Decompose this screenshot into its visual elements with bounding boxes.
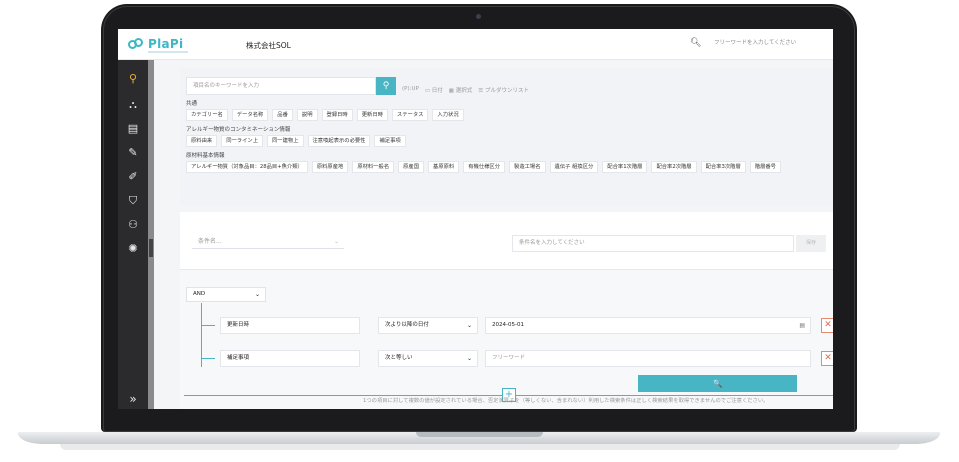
- logo[interactable]: PlaPi: [128, 37, 183, 51]
- top-bar: PlaPi 株式会社SOL 🔍︎ フリーワードを入力してください: [118, 29, 833, 60]
- field-chip[interactable]: 階層番号: [749, 161, 781, 173]
- keyword-search-button[interactable]: ⚲: [376, 77, 396, 95]
- scrollbar-thumb[interactable]: [149, 239, 153, 257]
- search-icon[interactable]: 🔍︎: [690, 38, 701, 48]
- field-chip[interactable]: 基原原料: [428, 161, 460, 173]
- field-chip[interactable]: 原料原産地: [311, 161, 349, 173]
- shield-icon[interactable]: ⛉: [126, 194, 140, 208]
- chips-allergen: 原料由来 同一ライン上 同一建物上 注意喚起表示の必要性 補足事項: [186, 135, 406, 147]
- field-chip[interactable]: 品番: [272, 109, 293, 121]
- condition-field[interactable]: 補足事項: [220, 350, 360, 367]
- field-chip[interactable]: 更新日時: [356, 109, 388, 121]
- expand-icon[interactable]: »: [126, 392, 140, 406]
- field-chip[interactable]: 配合率1次階層: [602, 161, 648, 173]
- calendar-icon[interactable]: ▤: [799, 318, 805, 333]
- lightbulb-icon[interactable]: ✺: [126, 242, 140, 256]
- search-note: 1つの項目に対して複数の値が設定されている場合、否定演算子を（等しくない、含まれ…: [363, 398, 769, 404]
- field-chip[interactable]: 原料由来: [186, 135, 218, 147]
- tree-branch: [201, 325, 215, 326]
- condition-name-select[interactable]: 条件名...: [192, 235, 344, 249]
- field-chip[interactable]: 注意喚起表示の必要性: [307, 135, 371, 147]
- field-chip[interactable]: 同一ライン上: [221, 135, 263, 147]
- field-chip[interactable]: 登録日時: [321, 109, 353, 121]
- legend-item: (P):UP: [402, 86, 419, 92]
- logo-icon: [128, 37, 145, 51]
- condition-operator-select[interactable]: 次より以降の日付 ⌄: [378, 317, 478, 334]
- logo-text: PlaPi: [148, 37, 184, 51]
- logic-operator-select[interactable]: AND ⌄: [186, 287, 266, 302]
- field-chip[interactable]: データ名称: [231, 109, 269, 121]
- field-type-legend: (P):UP ▭ 日付 ▦ 選択式 ☰ プルダウンリスト: [402, 86, 529, 94]
- delete-row-button[interactable]: ✕: [821, 351, 833, 366]
- field-chip[interactable]: 補足事項: [374, 135, 406, 147]
- users-icon[interactable]: ⚇: [126, 218, 140, 232]
- condition-value-input[interactable]: フリーワード: [485, 350, 811, 367]
- company-name: 株式会社SOL: [246, 41, 291, 50]
- calendar-icon: ▭: [424, 88, 432, 94]
- grid-icon: ▦: [448, 88, 456, 94]
- condition-name-input[interactable]: 条件名を入力してください: [512, 235, 794, 252]
- hierarchy-icon[interactable]: ⛬: [126, 98, 140, 112]
- chips-material: アレルギー物質（対象品目：28品目+魚介類） 原料原産地 原材料一般名 原産国 …: [186, 161, 781, 173]
- chevron-down-icon: ⌄: [334, 238, 340, 245]
- execute-search-button[interactable]: 🔍: [638, 375, 797, 392]
- field-chip[interactable]: 有機仕様区分: [463, 161, 506, 173]
- search-icon: 🔍: [712, 379, 723, 388]
- condition-operator-select[interactable]: 次と等しい ⌄: [378, 350, 478, 367]
- freeword-search-input[interactable]: フリーワードを入力してください: [708, 36, 833, 51]
- field-chip[interactable]: 配合率2次階層: [651, 161, 697, 173]
- field-chip[interactable]: カテゴリー名: [186, 109, 228, 121]
- app-screen: PlaPi 株式会社SOL 🔍︎ フリーワードを入力してください ⚲ ⛬ ▤ ✎…: [118, 29, 833, 409]
- condition-save-card: 条件名... ⌄ 条件名を入力してください 保存: [180, 212, 833, 269]
- field-chip[interactable]: 配合率3次階層: [700, 161, 746, 173]
- condition-field[interactable]: 更新日時: [220, 317, 360, 334]
- laptop-shadow: [60, 444, 900, 450]
- main-content: 項目名のキーワードを入力 ⚲ (P):UP ▭ 日付 ▦ 選択式 ☰ プルダウン…: [154, 60, 833, 409]
- section-label-common: 共通: [186, 101, 198, 107]
- search-icon[interactable]: ⚲: [126, 72, 140, 86]
- condition-date-input[interactable]: 2024-05-01 ▤: [485, 317, 811, 334]
- legend-item: ▭ 日付: [424, 88, 443, 94]
- webcam: [476, 14, 481, 19]
- document-icon[interactable]: ▤: [126, 122, 140, 136]
- field-chip[interactable]: 原産国: [398, 161, 425, 173]
- field-selector-panel: 項目名のキーワードを入力 ⚲ (P):UP ▭ 日付 ▦ 選択式 ☰ プルダウン…: [180, 68, 833, 206]
- laptop-notch: [416, 432, 543, 437]
- field-chip[interactable]: 同一建物上: [267, 135, 304, 147]
- delete-row-button[interactable]: ✕: [821, 318, 833, 333]
- chevron-down-icon: ⌄: [466, 322, 472, 329]
- pipette-icon[interactable]: ✐: [126, 170, 140, 184]
- tree-branch: [201, 358, 215, 359]
- close-icon: ✕: [824, 320, 832, 330]
- edit-icon[interactable]: ✎: [126, 146, 140, 160]
- field-chip[interactable]: 遺伝子 組換区分: [549, 161, 599, 173]
- laptop-mockup: PlaPi 株式会社SOL 🔍︎ フリーワードを入力してください ⚲ ⛬ ▤ ✎…: [0, 0, 959, 462]
- sidebar: ⚲ ⛬ ▤ ✎ ✐ ⛉ ⚇ ✺ »: [118, 60, 148, 409]
- chevron-down-icon: ⌄: [254, 291, 260, 298]
- section-label-allergen: アレルギー物質のコンタミネーション情報: [186, 127, 291, 133]
- field-chip[interactable]: ステータス: [391, 109, 429, 121]
- search-icon: ⚲: [382, 81, 390, 91]
- close-icon: ✕: [824, 353, 832, 363]
- field-chip[interactable]: 原材料一般名: [352, 161, 395, 173]
- chevron-down-icon: ⌄: [466, 355, 472, 362]
- section-label-material: 原材料基本情報: [186, 153, 225, 159]
- field-chip[interactable]: 入力状況: [432, 109, 464, 121]
- field-chip[interactable]: アレルギー物質（対象品目：28品目+魚介類）: [186, 161, 308, 173]
- field-chip[interactable]: 説明: [296, 109, 318, 121]
- save-condition-button[interactable]: 保存: [796, 235, 826, 252]
- chips-common: カテゴリー名 データ名称 品番 説明 登録日時 更新日時 ステータス 入力状況: [186, 109, 464, 121]
- keyword-input[interactable]: 項目名のキーワードを入力: [186, 77, 376, 95]
- legend-item: ▦ 選択式: [448, 88, 473, 94]
- legend-item: ☰ プルダウンリスト: [478, 88, 529, 94]
- list-icon: ☰: [478, 88, 485, 94]
- logo-tagline: [148, 51, 188, 53]
- field-chip[interactable]: 製造工場名: [509, 161, 546, 173]
